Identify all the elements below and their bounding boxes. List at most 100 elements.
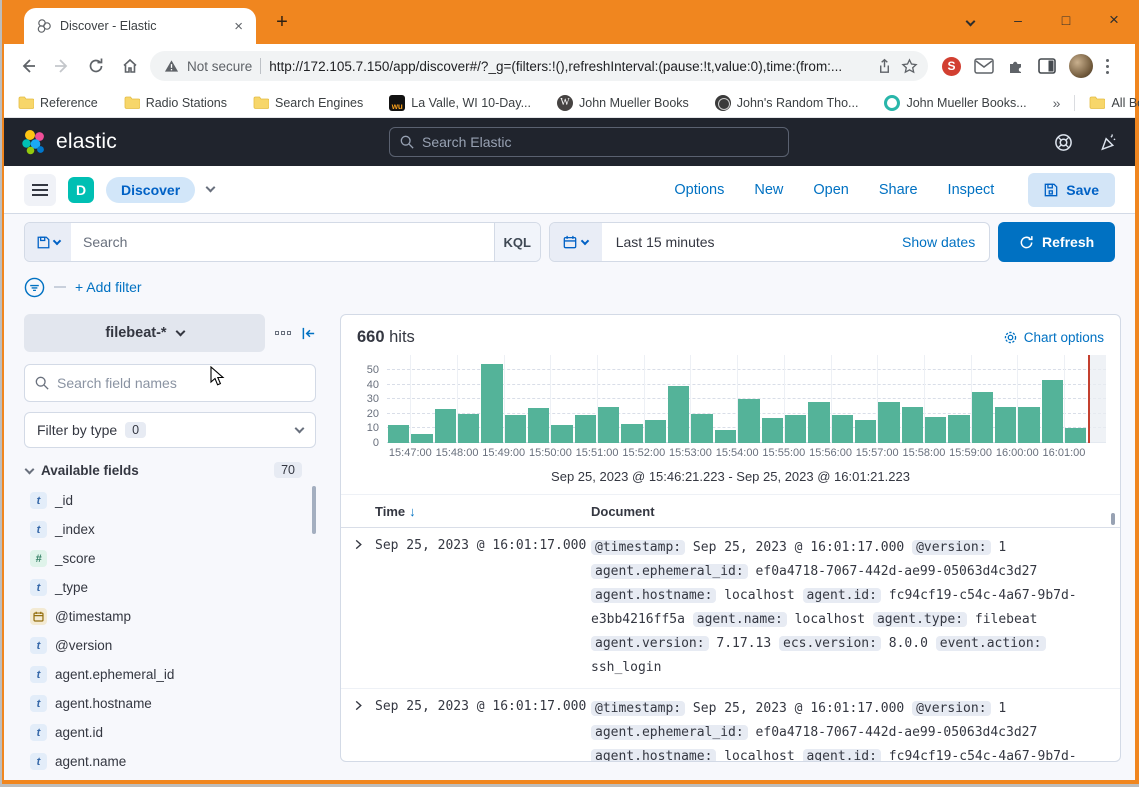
histogram-bar[interactable] bbox=[691, 414, 712, 443]
profile-avatar[interactable] bbox=[1069, 54, 1093, 78]
save-button[interactable]: Save bbox=[1028, 173, 1115, 207]
kql-search-input[interactable]: Search bbox=[71, 223, 494, 261]
saved-query-menu[interactable] bbox=[25, 223, 71, 261]
bookmark-item[interactable]: wu La Valle, WI 10-Day... bbox=[389, 95, 531, 111]
field-item[interactable]: t_type bbox=[24, 573, 316, 602]
extensions-puzzle-icon[interactable] bbox=[1007, 57, 1025, 75]
histogram-bar[interactable] bbox=[1018, 407, 1039, 444]
options-link[interactable]: Options bbox=[674, 182, 724, 198]
table-scrollbar[interactable] bbox=[1111, 513, 1115, 525]
mail-extension-icon[interactable] bbox=[974, 58, 994, 74]
histogram-bar[interactable] bbox=[738, 399, 759, 443]
breadcrumb[interactable]: Discover bbox=[106, 177, 195, 203]
minimize-icon[interactable]: – bbox=[1009, 12, 1027, 28]
space-badge[interactable]: D bbox=[68, 177, 94, 203]
maximize-icon[interactable]: □ bbox=[1057, 12, 1075, 28]
field-item[interactable]: tagent.id bbox=[24, 718, 316, 747]
field-search-input[interactable]: Search field names bbox=[24, 364, 316, 402]
field-item[interactable]: t_id bbox=[24, 486, 316, 515]
histogram-bar[interactable] bbox=[995, 407, 1016, 444]
open-link[interactable]: Open bbox=[813, 182, 848, 198]
add-filter-link[interactable]: + Add filter bbox=[75, 279, 142, 295]
bookmark-star-icon[interactable] bbox=[901, 58, 918, 75]
security-label[interactable]: Not secure bbox=[187, 59, 252, 74]
document-row[interactable]: Sep 25, 2023 @ 16:01:17.000@timestamp: S… bbox=[341, 528, 1120, 689]
bookmark-item[interactable]: W John Mueller Books bbox=[557, 95, 689, 111]
new-link[interactable]: New bbox=[754, 182, 783, 198]
histogram-bar[interactable] bbox=[902, 407, 923, 444]
histogram-bar[interactable] bbox=[668, 386, 689, 443]
side-panel-icon[interactable] bbox=[1038, 58, 1056, 74]
expand-row-icon[interactable] bbox=[353, 536, 375, 680]
share-link[interactable]: Share bbox=[879, 182, 918, 198]
histogram-bar[interactable] bbox=[411, 434, 432, 443]
bookmark-item[interactable]: John's Random Tho... bbox=[715, 95, 859, 111]
document-row[interactable]: Sep 25, 2023 @ 16:01:17.000@timestamp: S… bbox=[341, 689, 1120, 762]
menu-hamburger-icon[interactable] bbox=[24, 174, 56, 206]
inspect-link[interactable]: Inspect bbox=[948, 182, 995, 198]
bookmark-item[interactable]: Search Engines bbox=[253, 96, 363, 110]
url-text[interactable]: http://172.105.7.150/app/discover#/?_g=(… bbox=[269, 59, 868, 74]
filter-by-type-select[interactable]: Filter by type 0 bbox=[24, 412, 316, 448]
bookmark-item[interactable]: Reference bbox=[18, 96, 98, 110]
time-column-header[interactable]: Time↓ bbox=[375, 504, 591, 519]
histogram-bar[interactable] bbox=[505, 415, 526, 443]
field-item[interactable]: tagent.ephemeral_id bbox=[24, 660, 316, 689]
bookmarks-overflow-chevron[interactable]: » bbox=[1053, 95, 1061, 111]
browser-tab[interactable]: Discover - Elastic × bbox=[24, 8, 256, 44]
close-icon[interactable]: × bbox=[1105, 10, 1123, 30]
home-icon[interactable] bbox=[116, 52, 144, 80]
expand-row-icon[interactable] bbox=[353, 697, 375, 762]
field-settings-icon[interactable] bbox=[275, 331, 291, 335]
histogram-bar[interactable] bbox=[808, 402, 829, 443]
histogram-bar[interactable] bbox=[1065, 428, 1086, 443]
chart-options-button[interactable]: Chart options bbox=[1003, 330, 1104, 345]
histogram-bar[interactable] bbox=[855, 420, 876, 443]
field-item[interactable]: @timestamp bbox=[24, 602, 316, 631]
field-item[interactable]: t@version bbox=[24, 631, 316, 660]
sort-descending-icon[interactable]: ↓ bbox=[409, 504, 416, 519]
histogram-bar[interactable] bbox=[458, 414, 479, 443]
histogram-bar[interactable] bbox=[645, 420, 666, 443]
histogram-bar[interactable] bbox=[551, 425, 572, 443]
histogram-bar[interactable] bbox=[925, 417, 946, 443]
field-item[interactable]: tagent.hostname bbox=[24, 689, 316, 718]
field-item[interactable]: t_index bbox=[24, 515, 316, 544]
histogram-bar[interactable] bbox=[972, 392, 993, 443]
index-pattern-select[interactable]: filebeat-* bbox=[24, 314, 265, 352]
query-language-button[interactable]: KQL bbox=[494, 223, 540, 261]
share-icon[interactable] bbox=[876, 58, 893, 75]
browser-menu-icon[interactable] bbox=[1106, 59, 1109, 74]
all-bookmarks[interactable]: All Bookmarks bbox=[1089, 96, 1139, 110]
new-tab-button[interactable]: + bbox=[272, 13, 292, 33]
available-fields-header[interactable]: Available fields 70 bbox=[24, 462, 316, 478]
histogram-bar[interactable] bbox=[388, 425, 409, 443]
histogram-bar[interactable] bbox=[481, 364, 502, 443]
tab-search-icon[interactable] bbox=[961, 12, 979, 28]
forward-icon[interactable] bbox=[48, 52, 76, 80]
grammarly-extension-icon[interactable]: S bbox=[942, 57, 961, 76]
back-icon[interactable] bbox=[14, 52, 42, 80]
histogram-bar[interactable] bbox=[762, 418, 783, 443]
histogram-bar[interactable] bbox=[715, 430, 736, 443]
histogram-bar[interactable] bbox=[1042, 380, 1063, 443]
histogram-bar[interactable] bbox=[785, 415, 806, 443]
bookmark-item[interactable]: Radio Stations bbox=[124, 96, 227, 110]
histogram-bar[interactable] bbox=[598, 407, 619, 444]
help-icon[interactable] bbox=[1054, 133, 1073, 152]
field-item[interactable]: tagent.name bbox=[24, 747, 316, 776]
histogram-bar[interactable] bbox=[832, 415, 853, 443]
sidebar-scrollbar[interactable] bbox=[312, 486, 316, 534]
news-party-icon[interactable] bbox=[1099, 133, 1119, 152]
histogram-bar[interactable] bbox=[435, 409, 456, 443]
global-search-input[interactable]: Search Elastic bbox=[389, 127, 789, 157]
histogram-bar[interactable] bbox=[948, 415, 969, 443]
histogram-bar[interactable] bbox=[528, 408, 549, 443]
show-dates-link[interactable]: Show dates bbox=[902, 234, 989, 250]
filter-icon[interactable] bbox=[24, 277, 45, 298]
address-bar[interactable]: Not secure http://172.105.7.150/app/disc… bbox=[150, 51, 928, 81]
tab-close-icon[interactable]: × bbox=[231, 18, 246, 35]
bookmark-item[interactable]: John Mueller Books... bbox=[884, 95, 1026, 111]
date-quick-menu[interactable] bbox=[550, 223, 602, 261]
histogram-bar[interactable] bbox=[878, 402, 899, 443]
